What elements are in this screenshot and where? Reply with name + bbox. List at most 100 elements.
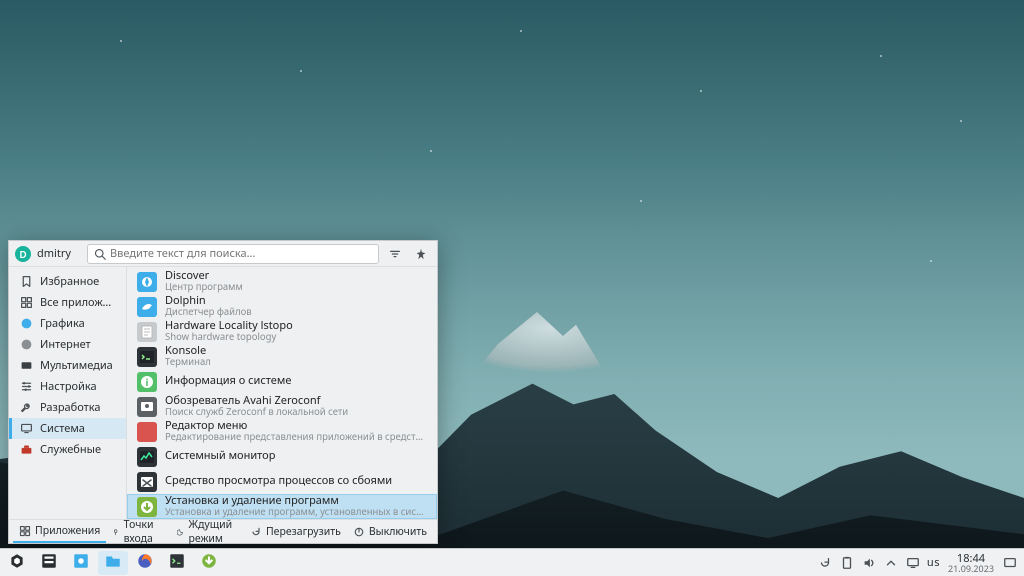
- install-icon: [137, 497, 157, 517]
- toolbox-icon: [19, 443, 33, 457]
- sort-icon: [388, 247, 402, 261]
- app-name: Discover: [165, 270, 243, 282]
- category-label: Служебные: [40, 442, 101, 457]
- sysset-icon: [72, 552, 90, 574]
- globe-grey-icon: [19, 338, 33, 352]
- app-name: Установка и удаление программ: [165, 495, 427, 507]
- launcher-body: Избранное Все приложения Графика Интерне…: [9, 267, 437, 519]
- category-media[interactable]: Мультимедиа: [9, 355, 126, 376]
- app-name: Средство просмотра процессов со сбоями: [165, 475, 392, 487]
- tray-expand-icon[interactable]: [883, 555, 899, 571]
- category-label: Графика: [40, 316, 85, 331]
- taskbar-downloads[interactable]: [194, 551, 224, 575]
- taskbar-reader[interactable]: [34, 551, 64, 575]
- taskbar-firefox[interactable]: [130, 551, 160, 575]
- updates-icon[interactable]: [817, 555, 833, 571]
- search-icon: [94, 248, 106, 260]
- clock[interactable]: 18:44 21.09.2023: [946, 553, 996, 573]
- category-label: Разработка: [40, 400, 101, 415]
- app-item[interactable]: Dolphin Диспетчер файлов: [127, 294, 437, 319]
- sort-button[interactable]: [385, 244, 405, 264]
- desktop[interactable]: D dmitry Избранное Все приложения График…: [0, 0, 1024, 576]
- footer-tab-places[interactable]: Точки входа: [106, 521, 167, 543]
- app-item[interactable]: Discover Центр программ: [127, 269, 437, 294]
- app-item[interactable]: Hardware Locality lstopo Show hardware t…: [127, 319, 437, 344]
- app-name: Konsole: [165, 345, 211, 357]
- clock-date: 21.09.2023: [948, 564, 994, 573]
- files-icon: [104, 552, 122, 574]
- user-avatar[interactable]: D: [15, 246, 31, 262]
- app-name: Информация о системе: [165, 375, 291, 387]
- power-sleep[interactable]: Ждущий режим: [171, 521, 244, 543]
- category-label: Интернет: [40, 337, 91, 352]
- menu-edit-icon: [137, 422, 157, 442]
- taskbar-terminal[interactable]: [162, 551, 192, 575]
- globe-blue-icon: [19, 317, 33, 331]
- terminal2-icon: [168, 552, 186, 574]
- volume-icon[interactable]: [861, 555, 877, 571]
- download-icon: [200, 552, 218, 574]
- category-grid[interactable]: Все приложения: [9, 292, 126, 313]
- category-wrench[interactable]: Разработка: [9, 397, 126, 418]
- doc-icon: [137, 322, 157, 342]
- taskbar-file-manager[interactable]: [98, 551, 128, 575]
- media-icon: [19, 359, 33, 373]
- category-sliders[interactable]: Настройка: [9, 376, 126, 397]
- taskbar-launchers: [0, 549, 224, 576]
- sliders-icon: [19, 380, 33, 394]
- network-icon[interactable]: [905, 555, 921, 571]
- app-item[interactable]: Редактор меню Редактирование представлен…: [127, 419, 437, 444]
- category-globe-grey[interactable]: Интернет: [9, 334, 126, 355]
- application-launcher: D dmitry Избранное Все приложения График…: [8, 240, 438, 544]
- app-desc: Поиск служб Zeroconf в локальной сети: [165, 407, 348, 417]
- firefox-icon: [136, 552, 154, 574]
- clipboard-icon[interactable]: [839, 555, 855, 571]
- power-restart[interactable]: Перезагрузить: [244, 521, 347, 543]
- discover-icon: [137, 272, 157, 292]
- app-desc: Диспетчер файлов: [165, 307, 252, 317]
- app-name: Системный монитор: [165, 450, 275, 462]
- app-desc: Установка и удаление программ, установле…: [165, 507, 427, 517]
- show-desktop-button[interactable]: [1002, 555, 1018, 571]
- category-label: Система: [40, 421, 85, 436]
- launcher-header: D dmitry: [9, 241, 437, 267]
- footer-tab-grid[interactable]: Приложения: [13, 521, 106, 543]
- pin-icon: [414, 247, 428, 261]
- sysmon-icon: [137, 447, 157, 467]
- app-name: Редактор меню: [165, 420, 427, 432]
- app-item[interactable]: i Информация о системе: [127, 369, 437, 394]
- show-desktop-icon: [1003, 556, 1017, 570]
- taskbar-system-settings[interactable]: [66, 551, 96, 575]
- info-icon: i: [137, 372, 157, 392]
- app-item[interactable]: Установка и удаление программ Установка …: [127, 494, 437, 519]
- category-bookmark[interactable]: Избранное: [9, 271, 126, 292]
- grid-icon: [19, 296, 33, 310]
- system-tray: [817, 555, 921, 571]
- terminal-icon: [137, 347, 157, 367]
- app-desc: Терминал: [165, 357, 211, 367]
- launcher-footer: ПриложенияТочки входаЖдущий режимПерезаг…: [9, 519, 437, 543]
- app-desc: Редактирование представления приложений …: [165, 432, 427, 442]
- zeroconf-icon: [137, 397, 157, 417]
- category-monitor[interactable]: Система: [9, 418, 126, 439]
- app-item[interactable]: Системный монитор: [127, 444, 437, 469]
- svg-text:i: i: [146, 375, 149, 389]
- category-label: Все приложения: [40, 295, 116, 310]
- dolphin-icon: [137, 297, 157, 317]
- category-label: Настройка: [40, 379, 97, 394]
- search-input[interactable]: [106, 246, 372, 261]
- pin-button[interactable]: [411, 244, 431, 264]
- app-desc: Центр программ: [165, 282, 243, 292]
- category-list: Избранное Все приложения Графика Интерне…: [9, 267, 127, 519]
- app-item[interactable]: Обозреватель Avahi Zeroconf Поиск служб …: [127, 394, 437, 419]
- app-item[interactable]: Средство просмотра процессов со сбоями: [127, 469, 437, 494]
- bug-icon: [137, 472, 157, 492]
- app-item[interactable]: Konsole Терминал: [127, 344, 437, 369]
- app-name: Обозреватель Avahi Zeroconf: [165, 395, 348, 407]
- category-toolbox[interactable]: Служебные: [9, 439, 126, 460]
- power-shutdown[interactable]: Выключить: [347, 521, 433, 543]
- search-field-wrap[interactable]: [87, 244, 379, 264]
- keyboard-layout-indicator[interactable]: us: [927, 555, 940, 570]
- taskbar-app-launcher[interactable]: [2, 551, 32, 575]
- category-globe-blue[interactable]: Графика: [9, 313, 126, 334]
